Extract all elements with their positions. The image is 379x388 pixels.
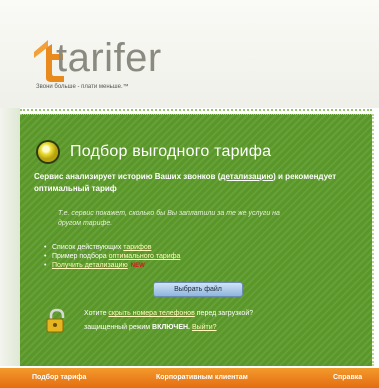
privacy-line-1: Хотите скрыть номера телефонов перед заг… — [84, 307, 374, 321]
bullet-icon: • — [44, 253, 47, 260]
bullet-icon: • — [44, 262, 47, 269]
list-item: • Список действующих тарифов — [44, 243, 180, 252]
choose-file-button[interactable]: Выбрать файл — [153, 282, 243, 297]
protected-mode-label: защищенный режим — [84, 324, 153, 331]
panel-top-border — [20, 109, 372, 113]
nav-item-corporate-clients[interactable]: Корпоративным клиентам — [156, 374, 248, 381]
tariff-selection-panel: Подбор выгодного тарифа Сервис анализиру… — [20, 114, 372, 366]
detalization-link[interactable]: детализацию — [220, 172, 273, 181]
logo-tagline: Звони больше - плати меньше.™ — [36, 84, 129, 90]
get-detalization-link[interactable]: Получить детализацию — [52, 262, 128, 269]
description-text-1: Сервис анализирует историю Ваших звонков… — [34, 172, 221, 181]
tarifer-logo[interactable]: tarifer Звони больше - плати меньше.™ — [30, 36, 200, 100]
logo-wordmark: tarifer — [56, 36, 162, 80]
hide-numbers-link[interactable]: скрыть номера телефонов — [108, 310, 194, 317]
bullet-icon: • — [44, 244, 47, 251]
privacy-line-2: защищенный режим ВКЛЮЧЕН. Выйти? — [84, 321, 374, 335]
example-link[interactable]: оптимального тарифа — [109, 253, 181, 260]
panel-title: Подбор выгодного тарифа — [70, 143, 272, 160]
bottom-nav: Подбор тарифа Корпоративным клиентам Спр… — [0, 368, 379, 388]
privacy-text: Хотите скрыть номера телефонов перед заг… — [84, 307, 374, 335]
exit-protected-mode-link[interactable]: Выйти? — [192, 324, 217, 331]
panel-left-edge — [0, 108, 20, 366]
tariffs-list-link[interactable]: тарифов — [123, 244, 151, 251]
info-links-list: • Список действующих тарифов • Пример подб… — [44, 243, 180, 271]
list-item-prefix: Пример подбора — [52, 253, 109, 260]
protected-mode-status: ВКЛЮЧЕН. — [152, 324, 190, 331]
lightbulb-icon — [38, 142, 58, 162]
list-item: • Получить детализацию NEW — [44, 261, 180, 271]
panel-title-row: Подбор выгодного тарифа — [38, 141, 271, 163]
nav-item-help[interactable]: Справка — [333, 374, 362, 381]
header: tarifer Звони больше - плати меньше.™ — [0, 0, 379, 108]
privacy-suffix: перед загрузкой? — [194, 310, 254, 317]
new-badge: NEW — [130, 263, 145, 269]
privacy-row: Хотите скрыть номера телефонов перед заг… — [42, 303, 372, 343]
service-description: Сервис анализирует историю Ваших звонков… — [34, 171, 364, 195]
privacy-prefix: Хотите — [84, 310, 109, 317]
panel-right-border — [372, 114, 376, 366]
padlock-icon — [46, 308, 65, 333]
service-note: Т.е. сервис покажет, сколько бы Вы запла… — [58, 210, 280, 227]
nav-item-tariff-selection[interactable]: Подбор тарифа — [32, 374, 86, 381]
list-item-prefix: Список действующих — [52, 244, 124, 251]
list-item: • Пример подбора оптимального тарифа — [44, 252, 180, 261]
